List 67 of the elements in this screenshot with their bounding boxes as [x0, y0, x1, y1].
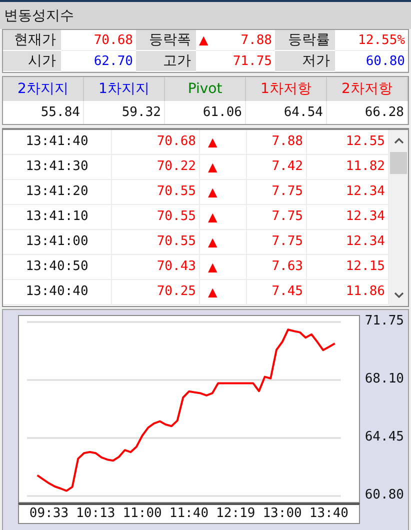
quote-value: 12.55% [358, 32, 405, 48]
change-cell: 7.42 [247, 155, 307, 179]
price-cell: 70.68 [112, 130, 200, 154]
quote-value: 60.80 [366, 54, 405, 68]
column-header: 1차지지 [84, 77, 165, 101]
quote-value: 70.68 [94, 32, 133, 48]
x-tick-label: 13:00 [262, 506, 302, 521]
table-cell: 66.28 [327, 101, 408, 124]
table-cell: 61.06 [165, 101, 246, 124]
y-tick-label: 64.45 [364, 430, 404, 444]
column-header: 1차저항 [246, 77, 327, 101]
time-cell: 13:41:20 [3, 180, 112, 204]
price-cell: 70.55 [112, 180, 200, 204]
quote-value: 7.88 [240, 32, 272, 48]
time-cell: 13:40:50 [3, 255, 112, 279]
quote-label: 등락폭 [136, 30, 196, 50]
column-header: 2차지지 [3, 77, 84, 101]
scroll-thumb[interactable] [390, 152, 407, 174]
window-title: 변동성지수 [4, 6, 74, 24]
change-cell: 7.63 [247, 255, 307, 279]
y-tick-label: 68.10 [364, 372, 404, 386]
change-cell: 7.75 [247, 230, 307, 254]
change-cell: 7.75 [247, 205, 307, 229]
arrow-cell: ▲ [200, 280, 247, 304]
price-cell: 70.22 [112, 155, 200, 179]
time-cell: 13:41:40 [3, 130, 112, 154]
x-tick-label: 09:33 [29, 506, 69, 521]
quote-label: 고가 [136, 51, 196, 71]
up-triangle-icon: ▲ [199, 34, 208, 46]
arrow-cell: ▲ [200, 130, 247, 154]
scroll-up-icon[interactable] [394, 138, 404, 144]
arrow-cell: ▲ [200, 180, 247, 204]
table-cell: 64.54 [246, 101, 327, 124]
quote-label: 저가 [275, 51, 335, 71]
price-cell: 70.43 [112, 255, 200, 279]
quote-value: 62.70 [94, 54, 133, 68]
x-tick-label: 10:13 [76, 506, 116, 521]
change-cell: 7.75 [247, 180, 307, 204]
time-cell: 13:41:30 [3, 155, 112, 179]
x-tick-label: 11:40 [169, 506, 209, 521]
arrow-cell: ▲ [200, 255, 247, 279]
column-header: Pivot [165, 77, 246, 101]
column-header: 2차저항 [327, 77, 408, 101]
arrow-cell: ▲ [200, 230, 247, 254]
change-cell: 7.88 [247, 130, 307, 154]
quote-label: 현재가 [3, 30, 61, 50]
time-cell: 13:41:00 [3, 230, 112, 254]
y-tick-label: 60.80 [364, 488, 404, 502]
time-cell: 13:40:40 [3, 280, 112, 304]
x-tick-label: 11:00 [122, 506, 162, 521]
scroll-down-icon[interactable] [394, 292, 404, 298]
price-cell: 70.55 [112, 205, 200, 229]
scrollbar[interactable] [389, 130, 408, 306]
table-cell: 59.32 [84, 101, 165, 124]
change-cell: 7.45 [247, 280, 307, 304]
quote-value: 71.75 [232, 54, 272, 68]
price-cell: 70.25 [112, 280, 200, 304]
quote-label: 시가 [3, 51, 61, 71]
y-tick-label: 71.75 [364, 314, 404, 328]
quote-label: 등락률 [275, 30, 335, 50]
arrow-cell: ▲ [200, 155, 247, 179]
time-cell: 13:41:10 [3, 205, 112, 229]
price-cell: 70.55 [112, 230, 200, 254]
x-tick-label: 12:19 [216, 506, 256, 521]
table-cell: 55.84 [3, 101, 84, 124]
arrow-cell: ▲ [200, 205, 247, 229]
x-tick-label: 13:40 [309, 506, 348, 521]
